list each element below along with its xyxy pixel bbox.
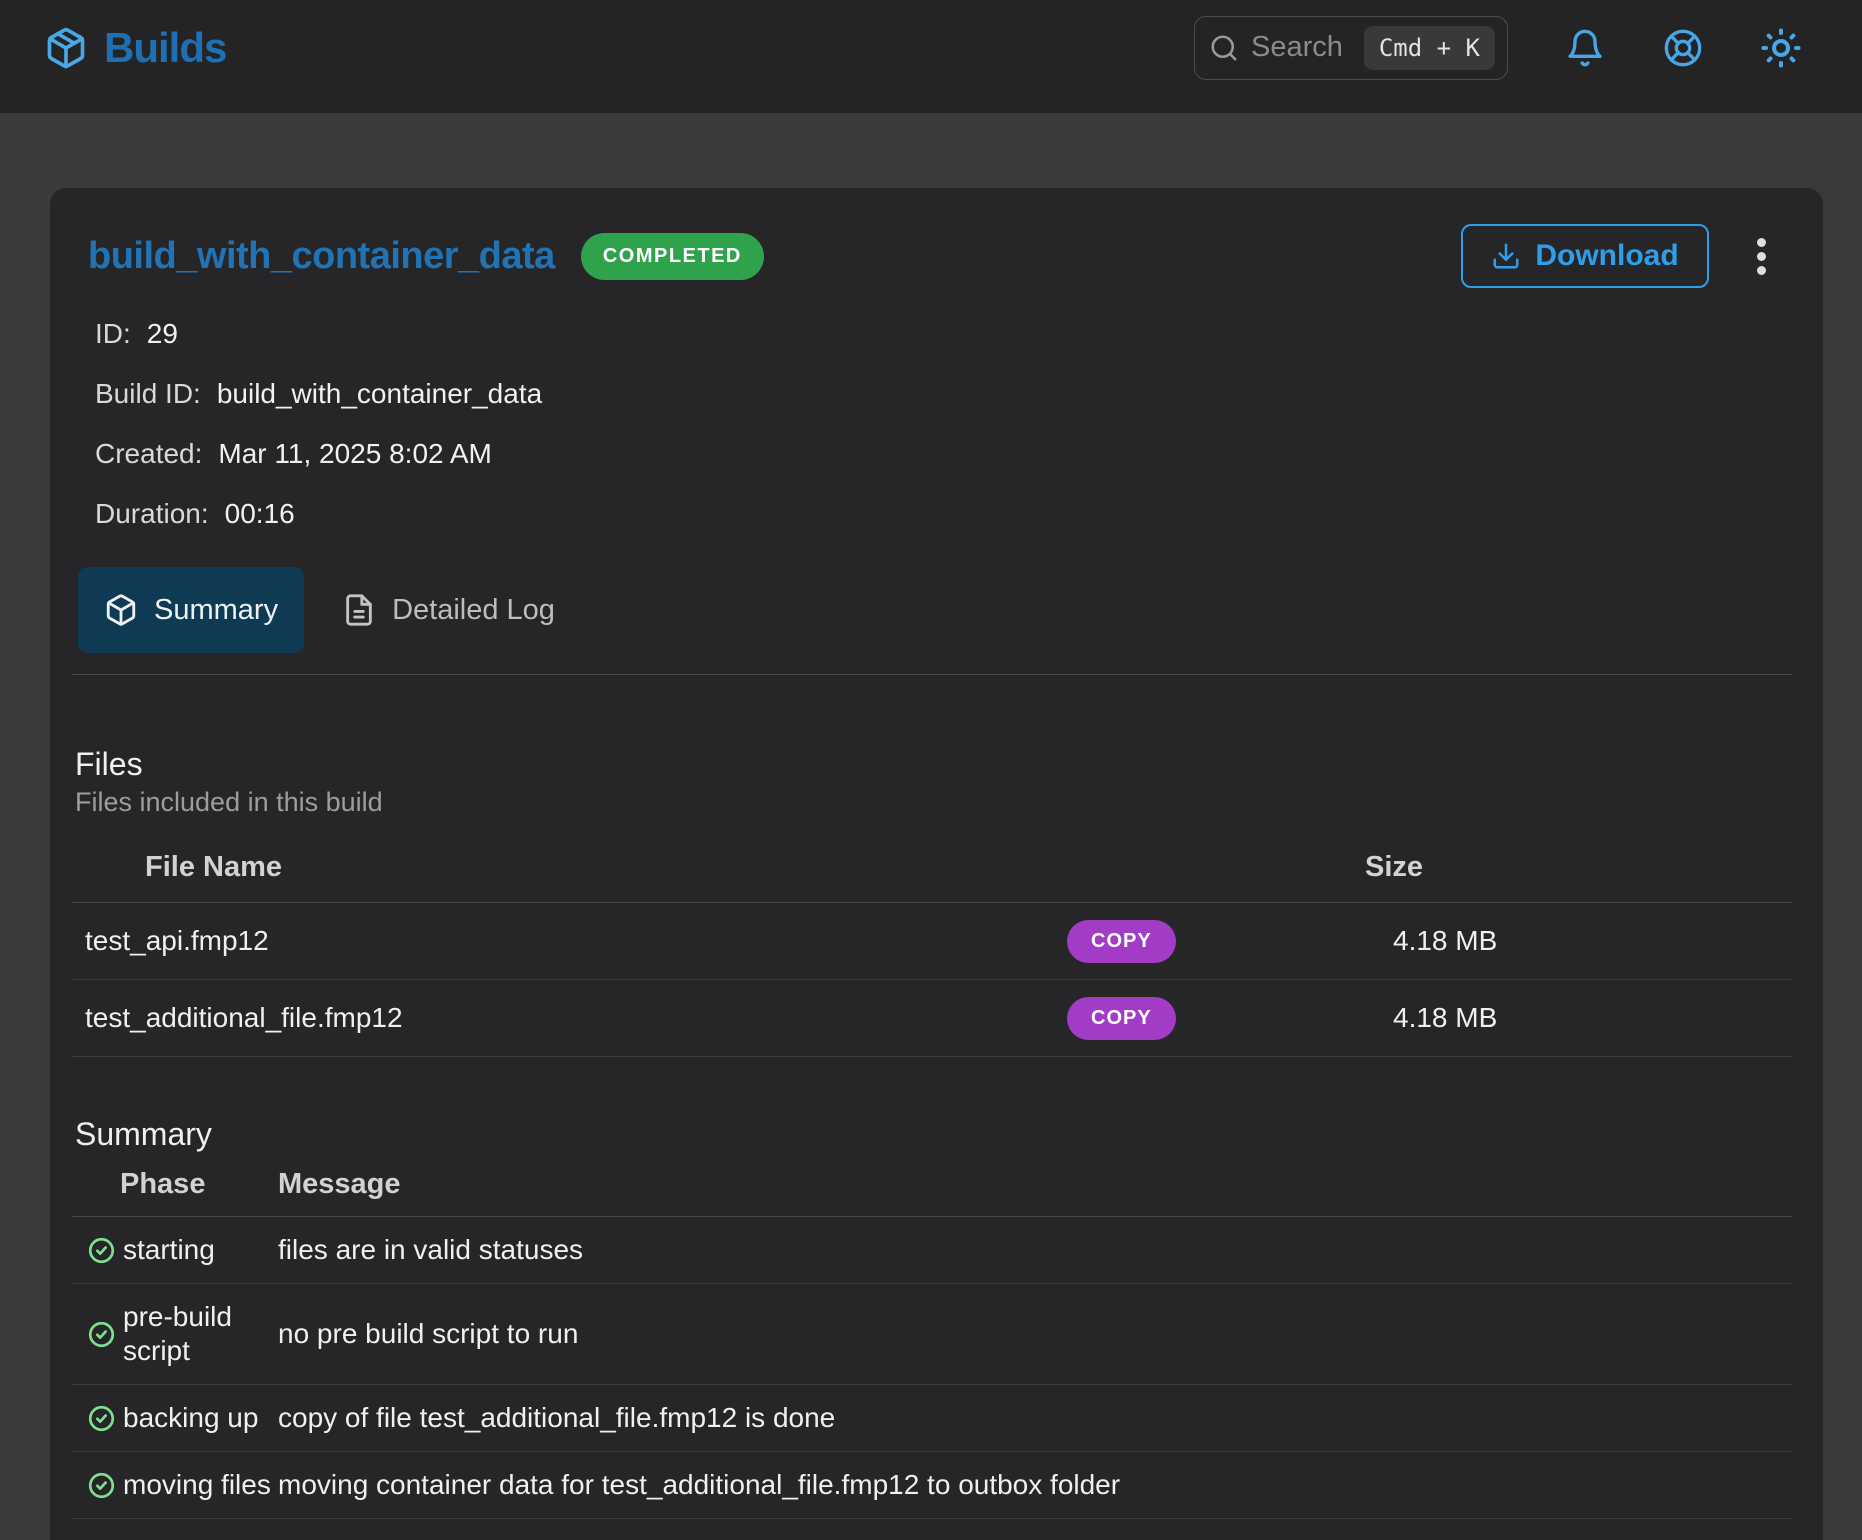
check-circle-icon: [88, 1237, 115, 1264]
table-row: pre-build script no pre build script to …: [72, 1284, 1792, 1385]
column-header-file-name: File Name: [72, 851, 1067, 884]
file-size: 4.18 MB: [1365, 925, 1792, 957]
file-name: test_additional_file.fmp12: [72, 1002, 1067, 1034]
meta-row-duration: Duration: 00:16: [95, 484, 1792, 544]
page-title: Builds: [104, 24, 226, 72]
meta-value: 00:16: [225, 498, 295, 530]
check-circle-icon: [88, 1405, 115, 1432]
meta-label: ID:: [95, 318, 131, 350]
table-row: test_additional_file.fmp12 COPY 4.18 MB: [72, 980, 1792, 1057]
column-header-phase: Phase: [72, 1168, 278, 1201]
status-badge: COMPLETED: [581, 233, 764, 280]
check-circle-icon: [88, 1472, 115, 1499]
meta-row-created: Created: Mar 11, 2025 8:02 AM: [95, 424, 1792, 484]
table-row: backing up copy of file test_additional_…: [72, 1385, 1792, 1452]
meta-label: Duration:: [95, 498, 209, 530]
table-row: moving files moving container data for t…: [72, 1452, 1792, 1519]
files-section-heading: Files: [75, 745, 1792, 783]
top-header-bar: Builds Cmd + K: [0, 0, 1862, 113]
summary-table: Phase Message starting files are in vali…: [72, 1153, 1792, 1519]
meta-value: Mar 11, 2025 8:02 AM: [218, 438, 491, 470]
files-table: File Name Size test_api.fmp12 COPY 4.18 …: [72, 833, 1792, 1057]
files-table-header: File Name Size: [72, 833, 1792, 903]
download-icon: [1491, 241, 1521, 271]
file-name: test_api.fmp12: [72, 925, 1067, 957]
meta-row-id: ID: 29: [95, 304, 1792, 364]
phase-label: starting: [123, 1233, 215, 1267]
build-tabs: Summary Detailed Log: [78, 567, 1792, 653]
column-header-message: Message: [278, 1168, 1792, 1201]
package-icon: [44, 26, 88, 70]
tab-summary[interactable]: Summary: [78, 567, 304, 653]
tab-label: Summary: [154, 594, 278, 627]
meta-label: Build ID:: [95, 378, 201, 410]
search-shortcut-badge: Cmd + K: [1364, 26, 1495, 70]
build-title: build_with_container_data: [88, 235, 555, 278]
meta-value: 29: [147, 318, 178, 350]
column-header-size: Size: [1365, 851, 1792, 884]
build-detail-card: build_with_container_data COMPLETED Down…: [50, 188, 1823, 1540]
phase-message: copy of file test_additional_file.fmp12 …: [278, 1401, 1792, 1435]
search-input[interactable]: [1251, 31, 1352, 64]
app-logo[interactable]: Builds: [44, 24, 226, 72]
box-icon: [104, 593, 138, 627]
phase-label: moving files: [123, 1468, 271, 1502]
file-text-icon: [342, 593, 376, 627]
tab-detailed-log[interactable]: Detailed Log: [342, 567, 555, 653]
bell-icon: [1565, 28, 1605, 68]
table-row: starting files are in valid statuses: [72, 1217, 1792, 1284]
phase-label: pre-build script: [123, 1300, 278, 1368]
search-box[interactable]: Cmd + K: [1194, 16, 1508, 80]
search-icon: [1209, 33, 1239, 63]
phase-message: files are in valid statuses: [278, 1233, 1792, 1267]
phase-label: backing up: [123, 1401, 258, 1435]
files-section-subheading: Files included in this build: [75, 787, 1792, 817]
more-options-button[interactable]: [1737, 224, 1785, 288]
meta-row-build-id: Build ID: build_with_container_data: [95, 364, 1792, 424]
build-metadata: ID: 29 Build ID: build_with_container_da…: [95, 304, 1792, 544]
summary-section-heading: Summary: [75, 1115, 1792, 1153]
summary-table-header: Phase Message: [72, 1153, 1792, 1217]
download-button-label: Download: [1535, 239, 1678, 273]
check-circle-icon: [88, 1321, 115, 1348]
table-row: test_api.fmp12 COPY 4.18 MB: [72, 903, 1792, 980]
copy-badge[interactable]: COPY: [1067, 920, 1176, 963]
phase-message: moving container data for test_additiona…: [278, 1468, 1792, 1502]
download-button[interactable]: Download: [1461, 224, 1709, 288]
tabs-divider: [72, 674, 1792, 675]
help-button[interactable]: [1662, 27, 1704, 69]
copy-badge[interactable]: COPY: [1067, 997, 1176, 1040]
meta-value: build_with_container_data: [217, 378, 542, 410]
theme-toggle-button[interactable]: [1760, 27, 1802, 69]
sun-icon: [1761, 28, 1801, 68]
meta-label: Created:: [95, 438, 202, 470]
phase-message: no pre build script to run: [278, 1317, 1792, 1351]
notifications-button[interactable]: [1564, 27, 1606, 69]
life-buoy-icon: [1663, 28, 1703, 68]
file-size: 4.18 MB: [1365, 1002, 1792, 1034]
tab-label: Detailed Log: [392, 594, 555, 627]
